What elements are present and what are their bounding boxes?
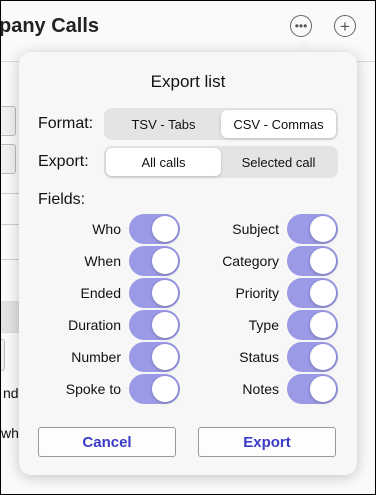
fields-label: Fields: [38,191,86,208]
field-label-category: Category [222,253,279,269]
toggle-knob [310,344,336,370]
field-label-type: Type [248,317,279,333]
field-label-ended: Ended [80,285,121,301]
field-label-notes: Notes [242,381,279,397]
format-option-csv[interactable]: CSV - Commas [221,110,336,138]
field-label-number: Number [71,349,121,365]
field-label-spoke-to: Spoke to [65,381,121,397]
toggle-duration[interactable] [129,310,180,340]
export-popover: Export list Format: TSV - Tabs CSV - Com… [19,52,357,475]
page-title: pany Calls [0,15,100,37]
toggle-knob [152,312,178,338]
background-divider [1,224,19,225]
background-divider [1,193,19,194]
window-frame: pany Calls ••• + nd whe Export list Form… [0,0,376,495]
toggle-knob [310,312,336,338]
popover-title: Export list [150,72,226,91]
export-option-selected[interactable]: Selected call [221,148,336,176]
background-field [1,339,5,371]
field-label-status: Status [239,349,279,365]
toggle-priority[interactable] [287,278,338,308]
toggle-knob [310,216,336,242]
toggle-knob [152,376,178,402]
cancel-button[interactable]: Cancel [38,427,176,457]
more-icon[interactable]: ••• [290,15,312,37]
toggle-knob [152,344,178,370]
export-label: Export: [38,153,89,170]
toggle-spoke-to[interactable] [129,374,180,404]
toggle-subject[interactable] [287,214,338,244]
field-label-priority: Priority [235,285,279,301]
export-option-all[interactable]: All calls [106,148,221,176]
toggle-ended[interactable] [129,278,180,308]
field-label-who: Who [92,221,121,237]
field-label-when: When [84,253,121,269]
background-divider [1,259,19,260]
field-label-duration: Duration [68,317,121,333]
toggle-knob [152,280,178,306]
background-field [1,144,16,174]
toggle-knob [152,248,178,274]
export-button[interactable]: Export [198,427,336,457]
toggle-knob [310,376,336,402]
toggle-status[interactable] [287,342,338,372]
background-text: nd [3,385,19,401]
field-label-subject: Subject [232,221,279,237]
toggle-knob [310,280,336,306]
export-segmented-control: All calls Selected call [104,146,338,178]
format-label: Format: [38,115,94,132]
background-band [1,301,21,333]
toggle-when[interactable] [129,246,180,276]
background-field [1,106,16,136]
toggle-knob [152,216,178,242]
toggle-notes[interactable] [287,374,338,404]
toggle-who[interactable] [129,214,180,244]
format-segmented-control: TSV - Tabs CSV - Commas [104,108,338,140]
toggle-category[interactable] [287,246,338,276]
toggle-knob [310,248,336,274]
toggle-type[interactable] [287,310,338,340]
toggle-number[interactable] [129,342,180,372]
format-option-tsv[interactable]: TSV - Tabs [106,110,221,138]
add-icon[interactable]: + [334,15,356,37]
